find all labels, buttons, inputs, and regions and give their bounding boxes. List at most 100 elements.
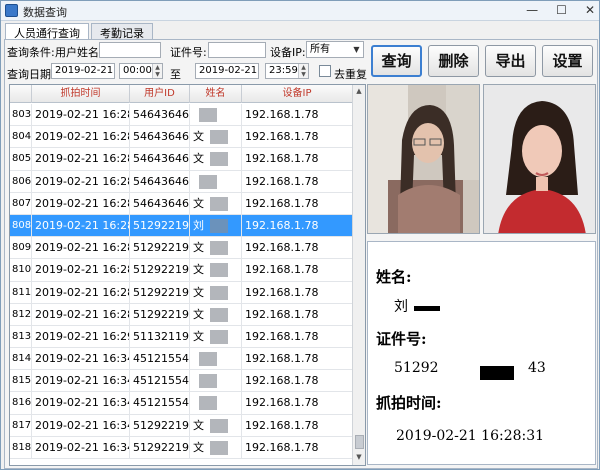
user-name-input[interactable] (99, 42, 161, 58)
blur-mask (199, 374, 217, 389)
user-id-cell-text: 51292219... (133, 285, 189, 299)
dedupe-checkbox[interactable] (319, 65, 331, 77)
table-row[interactable]: 8122019-02-21 16:28:53 51292219... 文 192.16… (10, 303, 353, 326)
user-id-cell-text: 51292219... (133, 218, 189, 232)
col-header-name[interactable]: 姓名 (190, 85, 242, 103)
device-ip-cell: 192.168.1.78 (242, 325, 353, 348)
user-id-cell-text: 546436464 (133, 108, 190, 121)
capture-time-cell: 2019-02-21 16:28:01 (32, 126, 130, 149)
close-button[interactable]: ✕ (585, 3, 595, 17)
user-id-cell: 45121554 (130, 370, 190, 393)
minimize-button[interactable]: — (526, 3, 538, 17)
table-row[interactable]: 8102019-02-21 16:28:49 51292219... 文 192.16… (10, 259, 353, 282)
settings-button[interactable]: 设置 (542, 45, 593, 77)
row-index: 814 (10, 348, 32, 371)
col-header-device-ip[interactable]: 设备IP (242, 85, 353, 103)
blur-mask (210, 307, 228, 322)
blur-mask (210, 196, 228, 211)
detail-cert-suffix: 43 (528, 360, 546, 376)
capture-time-cell-text: 2019-02-21 16:28:02 (35, 152, 129, 166)
table-row[interactable]: 8072019-02-21 16:28:05 546436464文 192.168.… (10, 192, 353, 215)
start-date-input[interactable]: 2019-02-21 (51, 63, 115, 79)
name-cell (190, 348, 242, 371)
blur-mask (210, 130, 228, 145)
scroll-up-icon[interactable]: ▲ (353, 85, 365, 97)
device-ip-cell-text: 192.168.1.78 (245, 329, 319, 343)
to-label: 至 (170, 68, 181, 81)
row-index-text: 808 (12, 219, 32, 231)
blur-mask (199, 108, 217, 122)
name-cell-text: 刘 (193, 218, 204, 232)
device-ip-cell: 192.168.1.78 (242, 348, 353, 371)
user-id-cell-text: 51292219... (133, 241, 189, 255)
col-header-capture-time[interactable]: 抓拍时间 (32, 85, 130, 103)
delete-button[interactable]: 删除 (428, 45, 479, 77)
start-time-input[interactable]: 00:00 ▲ ▼ (119, 63, 163, 79)
row-index: 818 (10, 436, 32, 459)
end-time-input[interactable]: 23:59 ▲ ▼ (265, 63, 309, 79)
tab-access-query[interactable]: 人员通行查询 (5, 23, 89, 40)
spin-arrows-icon[interactable]: ▲ ▼ (298, 64, 308, 78)
table-row[interactable]: 8032019-02-21 16:28:00 546436464 192.168.1… (10, 104, 353, 127)
user-name-label: 用户姓名 (55, 46, 99, 59)
cert-number-input[interactable] (208, 42, 266, 58)
row-index-text: 811 (12, 286, 32, 298)
user-id-cell: 546436464 (130, 104, 190, 126)
records-table[interactable]: 抓拍时间 用户ID 姓名 设备IP 8032019-02-21 16:28:00… (9, 84, 366, 466)
scroll-down-icon[interactable]: ▼ (353, 451, 365, 463)
device-ip-cell: 192.168.1.78 (242, 192, 353, 215)
table-row[interactable]: 8062019-02-21 16:28:04 546436464 192.168.1… (10, 170, 353, 193)
end-time-value: 23:59 (269, 65, 298, 76)
user-id-cell: 51292219... (130, 237, 190, 260)
table-row[interactable]: 8052019-02-21 16:28:02 546436464文 192.168.… (10, 148, 353, 171)
device-ip-cell-text: 192.168.1.78 (245, 307, 319, 321)
detail-name-value: 刘 (394, 299, 408, 315)
scroll-thumb[interactable] (355, 435, 364, 449)
name-cell-text: 文 (193, 241, 204, 255)
vertical-scrollbar[interactable]: ▲ ▼ (352, 85, 365, 465)
export-button[interactable]: 导出 (485, 45, 536, 77)
capture-time-cell-text: 2019-02-21 16:34:49 (35, 440, 129, 454)
capture-time-cell-text: 2019-02-21 16:28:00 (35, 108, 129, 121)
user-id-cell: 51292219... (130, 414, 190, 437)
start-time-value: 00:00 (123, 65, 152, 76)
device-ip-select[interactable]: 所有 ▼ (306, 41, 364, 58)
maximize-button[interactable]: ☐ (556, 3, 567, 17)
user-id-cell: 546436464 (130, 148, 190, 171)
blur-mask (210, 285, 228, 300)
blur-mask (210, 418, 228, 433)
user-id-cell-text: 51292219... (133, 263, 189, 277)
user-id-cell: 51292219... (130, 436, 190, 459)
user-id-cell: 45121554 (130, 348, 190, 371)
table-row[interactable]: 8142019-02-21 16:34:08 45121554 192.168.1.… (10, 348, 353, 371)
row-index-text: 807 (12, 197, 32, 209)
detail-cert-label: 证件号: (376, 330, 427, 348)
row-index: 810 (10, 259, 32, 282)
table-row[interactable]: 8082019-02-21 16:28:31 51292219... 刘 192.16… (10, 214, 353, 238)
tab-attendance[interactable]: 考勤记录 (91, 23, 153, 40)
capture-time-cell-text: 2019-02-21 16:29:07 (35, 329, 129, 343)
name-cell-text: 文 (193, 196, 204, 210)
blur-mask (210, 440, 228, 455)
title-bar[interactable]: 数据查询 — ☐ ✕ (1, 1, 599, 21)
col-header-user-id[interactable]: 用户ID (130, 85, 190, 103)
table-row[interactable]: 8092019-02-21 16:28:34 51292219... 文 192.16… (10, 237, 353, 260)
device-ip-cell-text: 192.168.1.78 (245, 263, 319, 277)
spin-arrows-icon[interactable]: ▲ ▼ (152, 64, 162, 78)
table-row[interactable]: 8182019-02-21 16:34:49 51292219... 文 192.16… (10, 436, 353, 459)
table-row[interactable]: 8112019-02-21 16:28:51 51292219... 文 192.16… (10, 281, 353, 304)
row-index: 803 (10, 104, 32, 126)
table-row[interactable]: 8132019-02-21 16:29:07 51132119... 文 192.16… (10, 325, 353, 349)
table-row[interactable]: 8042019-02-21 16:28:01 546436464文 192.168.… (10, 126, 353, 149)
name-cell: 文 (190, 237, 242, 260)
end-date-input[interactable]: 2019-02-21 (195, 63, 259, 79)
table-row[interactable]: 8172019-02-21 16:34:45 51292219... 文 192.16… (10, 414, 353, 437)
device-ip-cell: 192.168.1.78 (242, 436, 353, 459)
capture-time-cell-text: 2019-02-21 16:28:51 (35, 285, 129, 299)
col-header-index[interactable] (10, 85, 32, 103)
blur-mask (199, 352, 217, 367)
capture-time-cell-text: 2019-02-21 16:28:34 (35, 241, 129, 255)
query-button[interactable]: 查询 (371, 45, 422, 77)
table-row[interactable]: 8152019-02-21 16:34:09 45121554 192.168.1.… (10, 370, 353, 393)
table-row[interactable]: 8162019-02-21 16:34:22 45121554 192.168.1.… (10, 392, 353, 415)
